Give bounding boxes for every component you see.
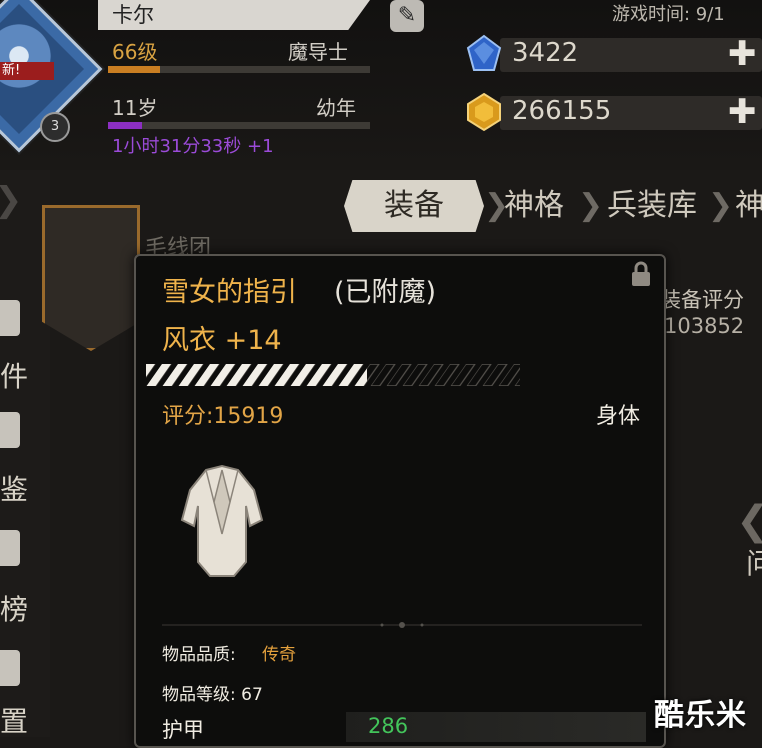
character-class: 魔导士 <box>288 40 348 64</box>
armor-value: 286 <box>368 714 409 738</box>
character-age: 11岁 <box>112 96 158 120</box>
gold-count: 266155 <box>512 96 612 126</box>
item-enchant-status: (已附魔) <box>334 277 437 308</box>
level-progress-bar <box>108 66 370 73</box>
tab-separator: ❯ <box>578 188 604 223</box>
new-flag: 新! <box>0 62 54 80</box>
tab-equipment[interactable]: 装备 <box>344 180 484 232</box>
section-divider <box>162 622 642 628</box>
armor-label: 护甲 <box>162 718 204 742</box>
gold-icon <box>467 92 501 132</box>
lock-icon[interactable] <box>628 260 654 288</box>
team-banner <box>42 205 140 351</box>
item-quality-label: 物品品质: <box>162 645 236 665</box>
side-menu-item-4[interactable]: 置 <box>0 700 28 740</box>
item-score: 评分:15919 <box>162 404 284 429</box>
equipment-score-label: 装备评分 <box>660 288 744 312</box>
avatar-level-badge: 3 <box>40 112 70 142</box>
watermark: 酷乐米 <box>654 698 747 733</box>
edit-icon[interactable]: ✎ <box>390 0 424 32</box>
tab-armory[interactable]: 兵装库 <box>598 180 706 232</box>
item-level: 物品等级: 67 <box>162 685 263 705</box>
item-icon <box>0 300 20 336</box>
chevron-left-icon[interactable]: ❮ <box>736 498 762 544</box>
item-name: 雪女的指引 <box>162 277 297 308</box>
enhance-progress-bar <box>146 364 520 386</box>
character-name: 卡尔 <box>112 3 154 27</box>
item-type-level: 风衣 +14 <box>162 325 282 356</box>
gear-icon <box>0 650 20 686</box>
age-timer: 1小时31分33秒 +1 <box>112 136 274 157</box>
jacket-icon <box>180 464 264 577</box>
item-slot: 身体 <box>596 404 641 429</box>
side-menu-item-2[interactable]: 鉴 <box>0 468 28 508</box>
side-menu-item-1[interactable]: 件 <box>0 355 28 395</box>
gem-icon <box>466 34 502 71</box>
gem-count: 3422 <box>512 38 579 68</box>
age-progress-bar <box>108 122 370 129</box>
side-menu-item-3[interactable]: 榜 <box>0 588 28 628</box>
plus-icon[interactable]: ✚ <box>728 34 757 74</box>
trophy-icon <box>0 530 20 566</box>
age-stage: 幼年 <box>316 96 356 120</box>
book-icon <box>0 412 20 448</box>
tab-separator: ❯ <box>708 188 734 223</box>
side-arrow-icon[interactable]: ❯ <box>0 180 23 220</box>
character-level: 66级 <box>112 40 158 64</box>
plus-icon[interactable]: ✚ <box>728 92 757 132</box>
equipment-score-value: 103852 <box>664 314 745 338</box>
tab-separator: ❯ <box>484 188 510 223</box>
tab-more[interactable]: 神 <box>730 180 762 232</box>
right-side-label: 问 <box>746 547 762 580</box>
item-quality-value: 传奇 <box>262 645 296 665</box>
game-time: 游戏时间: 9/1 <box>612 4 725 25</box>
